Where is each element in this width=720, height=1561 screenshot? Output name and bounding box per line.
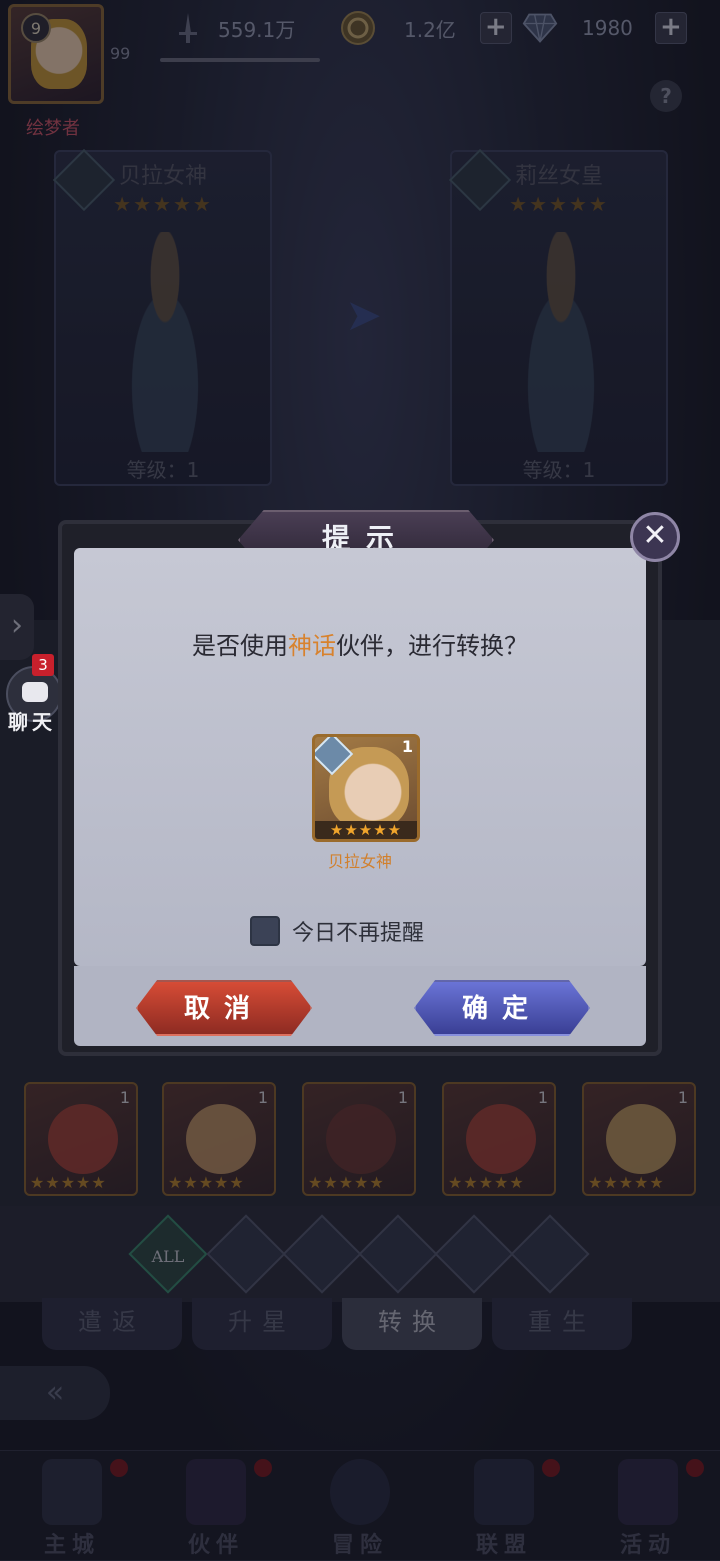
confirm-dialog: 提示 是否使用神话伙伴，进行转换？ 1 ★★★★★ 贝拉女神 今日不再提醒 取消… [58,510,662,1056]
question-highlight: 神话 [288,632,336,660]
dialog-question: 是否使用神话伙伴，进行转换？ [74,626,646,661]
card-hero-name: 贝拉女神 [327,852,392,871]
chat-unread-badge: 3 [32,654,54,676]
question-text: 是否使用 [192,632,288,660]
close-icon[interactable]: ✕ [630,512,680,562]
card-stars: ★★★★★ [315,821,417,839]
cancel-button[interactable]: 取消 [136,980,312,1036]
dialog-body: 是否使用神话伙伴，进行转换？ 1 ★★★★★ 贝拉女神 今日不再提醒 [74,548,646,966]
chat-label: 聊天 [8,710,56,734]
chat-bubble-icon [22,682,48,702]
card-count: 1 [401,737,413,756]
dont-remind-checkbox[interactable] [250,916,280,946]
question-text-end: 伙伴，进行转换？ [336,632,528,660]
hero-card-item[interactable]: 1 ★★★★★ [312,734,420,842]
dont-remind-label: 今日不再提醒 [292,921,425,946]
confirm-button[interactable]: 确定 [414,980,590,1036]
dont-remind-row[interactable]: 今日不再提醒 [250,914,424,948]
